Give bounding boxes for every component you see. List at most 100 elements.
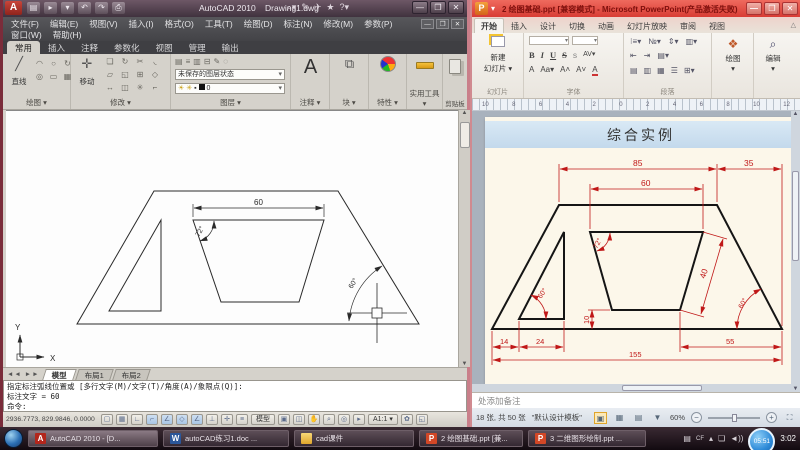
stretch-icon[interactable]: ↔	[103, 82, 117, 94]
scroll-thumb[interactable]	[460, 122, 470, 148]
osnap-toggle[interactable]: ◇	[176, 414, 188, 425]
scale-icon[interactable]: ◱	[118, 69, 132, 81]
layer-state-dropdown[interactable]: 未保存的图层状态 ▾	[175, 69, 285, 80]
vscroll-thumb[interactable]	[792, 171, 799, 261]
tray-expand-icon[interactable]: ▴	[709, 434, 713, 443]
otrack-toggle[interactable]: ∠	[191, 414, 203, 425]
tab-home[interactable]: 常用	[7, 41, 41, 54]
vscroll-up-icon[interactable]: ▲	[791, 111, 800, 117]
font-color-icon[interactable]: A	[592, 65, 598, 76]
rectangle-icon[interactable]: ▭	[47, 71, 60, 83]
case-icon[interactable]: Aa▾	[540, 65, 554, 76]
pan-icon[interactable]: ✋	[308, 414, 320, 425]
justify-icon[interactable]: ☰	[671, 66, 678, 75]
zoom-slider-thumb[interactable]	[732, 413, 737, 422]
text-button[interactable]: A	[291, 56, 330, 78]
recorder-bubble[interactable]: 05:51	[748, 428, 776, 450]
text-direction-icon[interactable]: ▤▾	[657, 51, 669, 60]
menu-format[interactable]: 格式(O)	[165, 18, 194, 30]
ime-icon[interactable]: ▤	[683, 434, 691, 443]
fullscreen-icon[interactable]: ◱	[415, 414, 428, 425]
zoom-in-button[interactable]: +	[766, 412, 777, 423]
font-size-select[interactable]: ▾	[572, 36, 598, 45]
bold-button[interactable]: B	[529, 50, 535, 60]
model-space-button[interactable]: 模型	[251, 414, 275, 425]
strikethrough-button[interactable]: S	[562, 50, 567, 60]
properties-button[interactable]	[369, 56, 407, 76]
bullets-icon[interactable]: ⁝≡▾	[630, 37, 641, 46]
zoom-icon[interactable]: ⌕	[323, 414, 335, 425]
taskbar-autocad[interactable]: A AutoCAD 2010 - [D...	[28, 430, 158, 447]
tray-cf-icon[interactable]: CF	[696, 436, 704, 442]
layer-prev-icon[interactable]: ▥	[193, 56, 201, 68]
taskbar-ppt2[interactable]: P 3 二维图形绘制.ppt ...	[528, 430, 646, 447]
snap-toggle[interactable]: ▦	[116, 414, 128, 425]
taskbar-folder[interactable]: cad课件	[294, 430, 414, 447]
infer-toggle[interactable]: ▢	[101, 414, 113, 425]
line-button[interactable]: ╱ 直线	[6, 56, 32, 87]
layer-props-icon[interactable]: ▤	[175, 56, 183, 68]
ppt-tab-transitions[interactable]: 切换	[563, 19, 591, 33]
offset-icon[interactable]: ◫	[118, 82, 132, 94]
clipboard-panel-label[interactable]: 剪贴板	[443, 98, 467, 108]
comm-icon[interactable]: ✈	[314, 2, 322, 13]
fillet-icon[interactable]: ◟	[148, 56, 162, 68]
ppt-minimize-button[interactable]: —	[746, 2, 762, 15]
autocad-titlebar[interactable]: A ▤ ▸ ▾ ↶ ↷ ⎙ AutoCAD 2010 Drawing1.dwg …	[3, 0, 467, 17]
ppt-tab-slideshow[interactable]: 幻灯片放映	[621, 19, 673, 33]
maximize-button[interactable]: ❐	[430, 1, 446, 14]
tab-insert[interactable]: 插入	[40, 41, 73, 54]
close-button[interactable]: ✕	[448, 1, 464, 14]
explode-icon[interactable]: ✳	[133, 82, 147, 94]
tab-view[interactable]: 视图	[148, 41, 181, 54]
properties-panel-label[interactable]: 特性 ▾	[369, 97, 406, 108]
ppt-ruler[interactable]: 10 8 6 420 246 8 10 12	[472, 99, 800, 111]
taskbar-word[interactable]: W autoCAD练习1.doc ...	[163, 430, 289, 447]
tab-annotate[interactable]: 注释	[73, 41, 106, 54]
menu-window[interactable]: 窗口(W)	[11, 29, 42, 41]
linespacing-icon[interactable]: ⇕▾	[668, 37, 679, 46]
doc-minimize-icon[interactable]: —	[421, 19, 434, 29]
scroll-up-icon[interactable]: ▲	[459, 110, 470, 116]
slide[interactable]: 综合实例 85 35 60 72° 40 60° 60° 10 14 24 55…	[485, 117, 797, 385]
hscroll-thumb[interactable]	[622, 385, 702, 391]
draw-panel-label[interactable]: 绘图 ▾	[3, 97, 70, 108]
undo-icon[interactable]: ↶	[78, 2, 91, 14]
ppt-maximize-button[interactable]: ❐	[764, 2, 780, 15]
menu-modify[interactable]: 修改(M)	[323, 18, 353, 30]
redo-icon[interactable]: ↷	[95, 2, 108, 14]
arc-icon[interactable]: ◠	[33, 58, 46, 70]
search-icon[interactable]: ⌕▾	[287, 2, 297, 13]
rotate-icon[interactable]: ↻	[118, 56, 132, 68]
taskbar-ppt1[interactable]: P 2 绘图基础.ppt [兼...	[419, 430, 523, 447]
ducs-toggle[interactable]: ⊥	[206, 414, 218, 425]
italic-button[interactable]: I	[541, 50, 544, 60]
command-line[interactable]: 指定标注弧线位置或 [多行文字(M)/文字(T)/角度(A)/象限点(Q)]: …	[3, 380, 467, 412]
volume-icon[interactable]: ◄))	[730, 434, 743, 443]
favorites-icon[interactable]: ★	[326, 2, 334, 13]
ppt-tab-insert[interactable]: 插入	[505, 19, 533, 33]
underline-button[interactable]: U	[550, 50, 556, 60]
charspacing-icon[interactable]: AV▾	[583, 50, 595, 60]
ribbon-collapse-icon[interactable]: △	[791, 21, 796, 29]
ppt-close-button[interactable]: ✕	[782, 2, 798, 15]
tab-parametric[interactable]: 参数化	[106, 41, 148, 54]
smartart-icon[interactable]: ⊞▾	[684, 66, 695, 75]
tab-layout2[interactable]: 布局2	[111, 368, 151, 380]
save-icon[interactable]: ▾	[61, 2, 74, 14]
layers-panel-label[interactable]: 图层 ▾	[171, 97, 290, 108]
drawing-quickview-icon[interactable]: ◫	[293, 414, 305, 425]
clearformat-icon[interactable]: A	[529, 65, 534, 76]
exchange-icon[interactable]: ✎	[301, 2, 309, 13]
new-icon[interactable]: ▤	[27, 2, 40, 14]
slide-vscrollbar[interactable]: ▲ ▼	[791, 111, 800, 392]
measure-button[interactable]	[407, 56, 443, 76]
grow-font-icon[interactable]: A˄	[560, 65, 570, 76]
move-button[interactable]: ✛ 移动	[74, 56, 100, 87]
zoom-out-button[interactable]: −	[691, 412, 702, 423]
drawing-button[interactable]: ❖ 绘图 ▾	[712, 37, 754, 73]
inner-trapezoid[interactable]	[192, 219, 325, 303]
align-left-icon[interactable]: ▤	[630, 66, 638, 75]
notes-pane[interactable]: 处添加备注	[472, 392, 800, 408]
design-template-label[interactable]: "默认设计模板"	[532, 412, 582, 423]
